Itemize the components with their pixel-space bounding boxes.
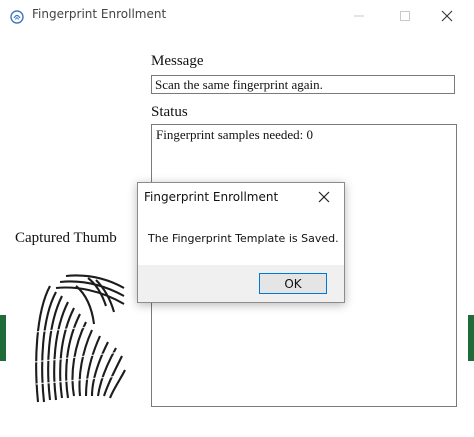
title-bar[interactable]: Fingerprint Enrollment	[0, 0, 474, 31]
minimize-icon	[354, 15, 364, 16]
close-icon	[318, 191, 330, 203]
close-button[interactable]	[424, 0, 470, 31]
dialog-message: The Fingerprint Template is Saved.	[148, 232, 339, 245]
fingerprint-app-icon	[10, 9, 24, 24]
captured-thumb-image	[30, 272, 126, 406]
status-label: Status	[151, 104, 188, 120]
save-confirmation-dialog: Fingerprint Enrollment The Fingerprint T…	[137, 182, 345, 303]
left-edge-strip	[0, 315, 6, 361]
dialog-close-button[interactable]	[304, 183, 344, 211]
close-icon	[441, 10, 453, 21]
status-value: Fingerprint samples needed: 0	[156, 127, 314, 142]
captured-thumb-label: Captured Thumb	[15, 230, 117, 246]
maximize-button[interactable]	[382, 0, 428, 31]
dialog-footer: OK	[138, 265, 344, 302]
window-title: Fingerprint Enrollment	[32, 7, 167, 21]
message-value: Scan the same fingerprint again.	[155, 77, 323, 92]
message-label: Message	[151, 53, 204, 69]
maximize-icon	[400, 10, 410, 21]
message-field[interactable]: Scan the same fingerprint again.	[151, 75, 455, 94]
ok-button-label: OK	[284, 276, 302, 291]
dialog-title: Fingerprint Enrollment	[144, 190, 279, 204]
right-edge-strip	[468, 315, 474, 361]
ok-button[interactable]: OK	[259, 273, 327, 294]
minimize-button[interactable]	[336, 0, 382, 31]
